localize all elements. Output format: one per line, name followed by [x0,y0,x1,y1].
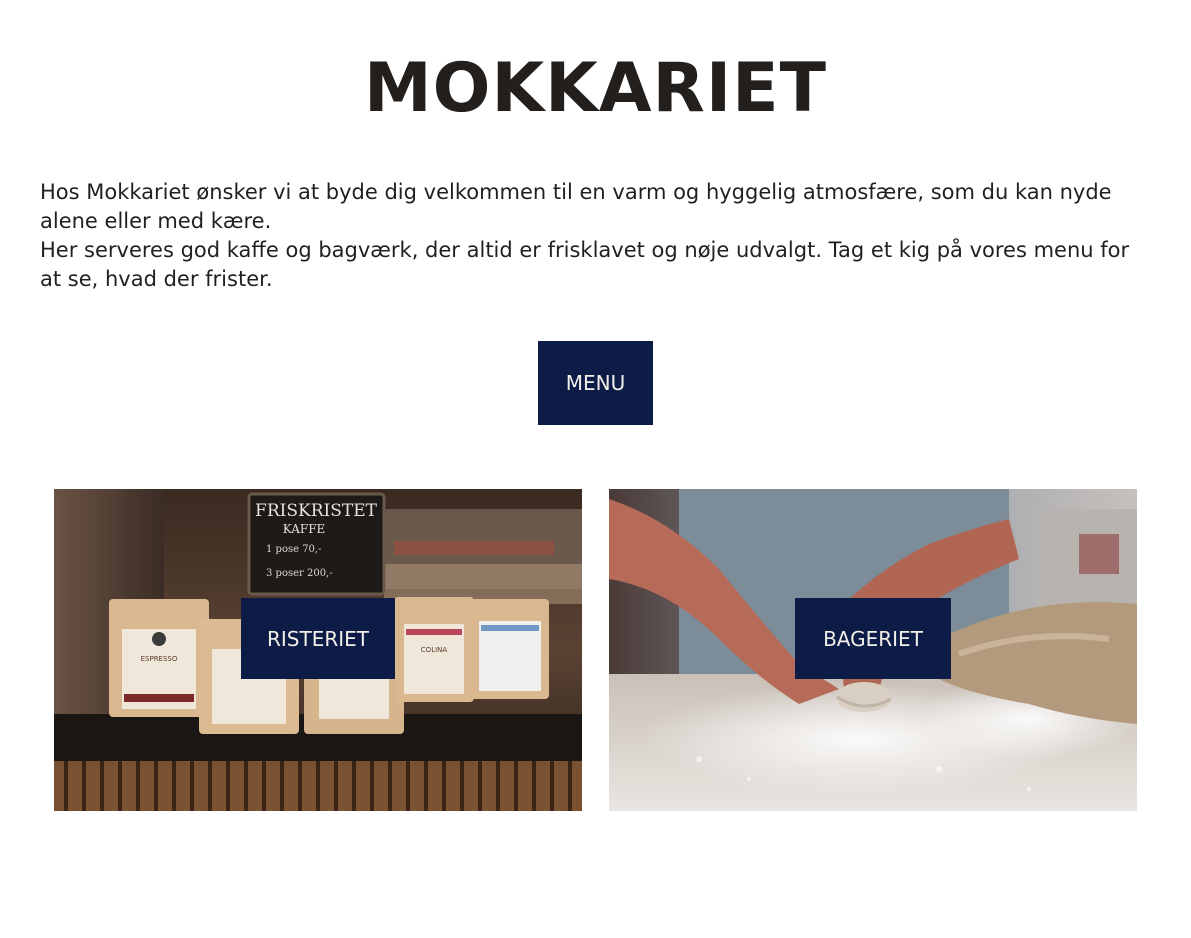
bag-label: ESPRESSO [141,655,178,663]
intro-paragraph: Hos Mokkariet ønsker vi at byde dig velk… [40,180,1112,233]
roastery-card[interactable]: FRISKRISTET KAFFE 1 pose 70,- 3 poser 20… [54,489,582,811]
chalkboard-title: FRISKRISTET [255,501,378,521]
chalkboard-price: 3 poser 200,- [266,568,333,579]
intro-text: Hos Mokkariet ønsker vi at byde dig velk… [40,178,1140,294]
roastery-label[interactable]: RISTERIET [241,598,395,679]
bakery-label[interactable]: BAGERIET [795,598,951,679]
menu-button[interactable]: MENU [538,341,653,425]
chalkboard-price: 1 pose 70,- [266,544,321,555]
chalkboard-subtitle: KAFFE [283,522,326,536]
bakery-card[interactable]: BAGERIET [609,489,1137,811]
intro-paragraph: Her serveres god kaffe og bagværk, der a… [40,238,1130,291]
page-title: MOKKARIET [364,49,827,128]
bag-label: COLINA [421,646,448,654]
